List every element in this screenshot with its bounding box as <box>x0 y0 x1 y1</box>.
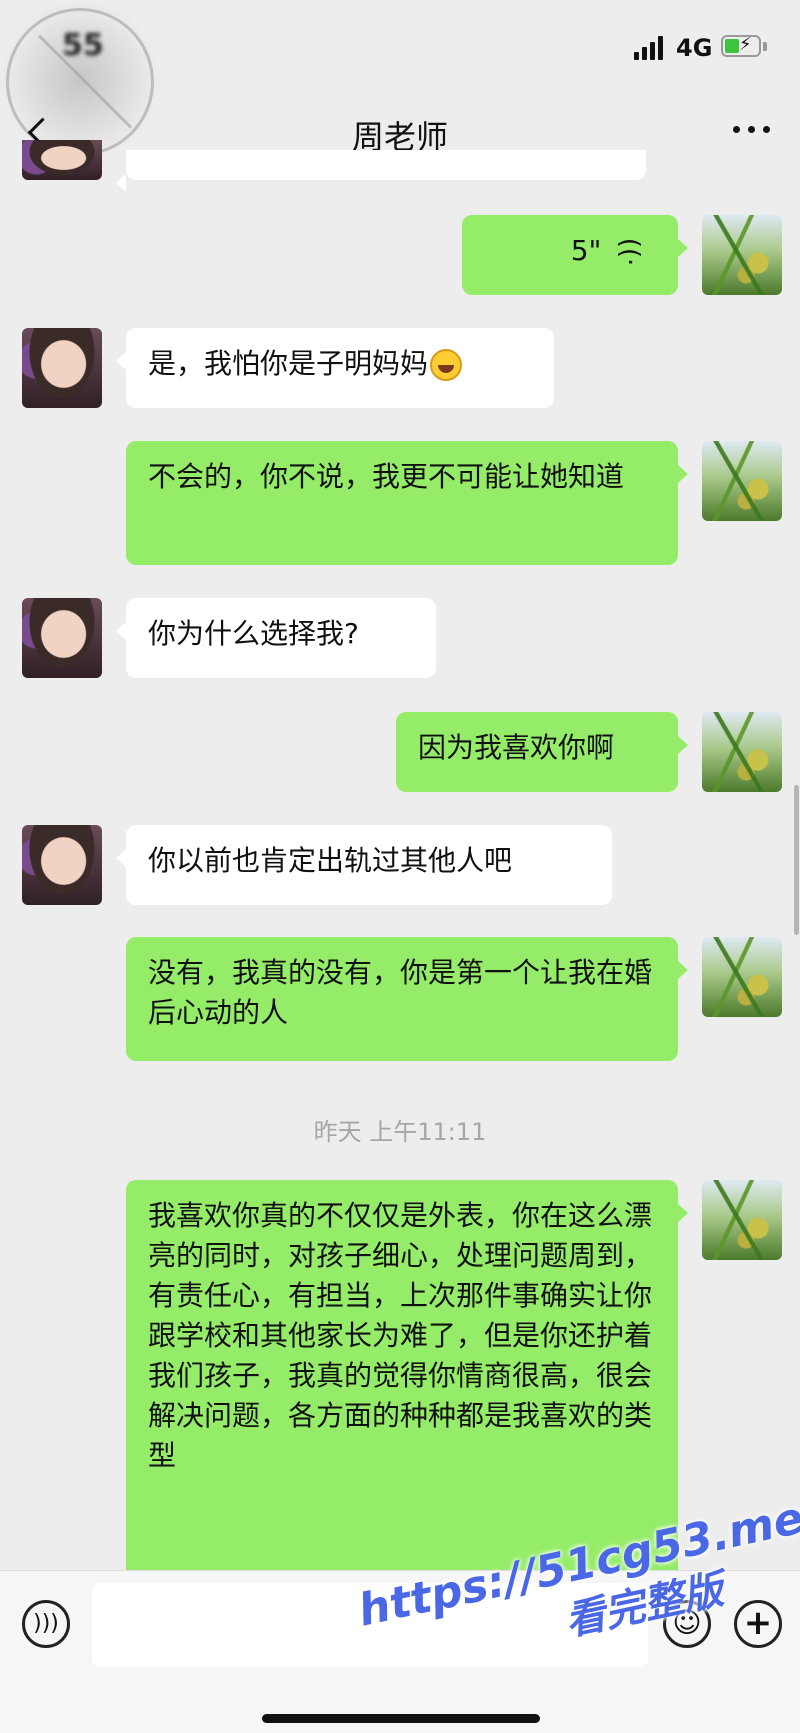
home-indicator <box>262 1714 540 1723</box>
avatar[interactable] <box>22 598 102 678</box>
message-bubble-partial <box>116 150 646 192</box>
message-bubble[interactable]: 没有，我真的没有，你是第一个让我在婚后心动的人 <box>126 937 688 1061</box>
voice-message[interactable]: 5" ((· <box>462 215 688 295</box>
avatar[interactable] <box>702 712 782 792</box>
message-bubble[interactable]: 不会的，你不说，我更不可能让她知道 <box>126 441 688 565</box>
message-bubble[interactable]: 因为我喜欢你啊 <box>396 712 688 792</box>
avatar[interactable] <box>702 215 782 295</box>
message-timestamp: 昨天 上午11:11 <box>313 1118 487 1146</box>
voice-duration: 5" <box>570 234 602 267</box>
message-bubble[interactable]: 你以前也肯定出轨过其他人吧 <box>116 825 612 905</box>
avatar[interactable] <box>702 441 782 521</box>
message-text: 你为什么选择我? <box>148 617 359 650</box>
message-bubble[interactable]: 你为什么选择我? <box>116 598 436 678</box>
voice-icon[interactable]: ))) <box>22 1600 70 1648</box>
chat-area[interactable]: 5" ((· 是，我怕你是子明妈妈 不会的，你不说，我更不可能让她知道 你为什么选… <box>0 0 800 1570</box>
message-text: 你以前也肯定出轨过其他人吧 <box>148 844 513 877</box>
message-text: 我喜欢你真的不仅仅是外表，你在这么漂亮的同时，对孩子细心，处理问题周到，有责任心… <box>148 1199 653 1472</box>
message-text: 因为我喜欢你啊 <box>418 731 615 764</box>
avatar[interactable] <box>22 140 102 180</box>
laughing-emoji-icon <box>430 349 463 381</box>
avatar[interactable] <box>22 825 102 905</box>
message-text: 是，我怕你是子明妈妈 <box>148 347 429 380</box>
message-bubble[interactable]: 是，我怕你是子明妈妈 <box>116 328 554 408</box>
message-text: 不会的，你不说，我更不可能让她知道 <box>148 460 625 493</box>
voice-wave-icon: ((· <box>614 237 645 267</box>
avatar[interactable] <box>702 937 782 1017</box>
message-bubble[interactable]: 我喜欢你真的不仅仅是外表，你在这么漂亮的同时，对孩子细心，处理问题周到，有责任心… <box>126 1180 688 1570</box>
avatar[interactable] <box>702 1180 782 1260</box>
message-text: 没有，我真的没有，你是第一个让我在婚后心动的人 <box>148 956 653 1029</box>
avatar[interactable] <box>22 328 102 408</box>
scrollbar[interactable] <box>794 785 799 935</box>
